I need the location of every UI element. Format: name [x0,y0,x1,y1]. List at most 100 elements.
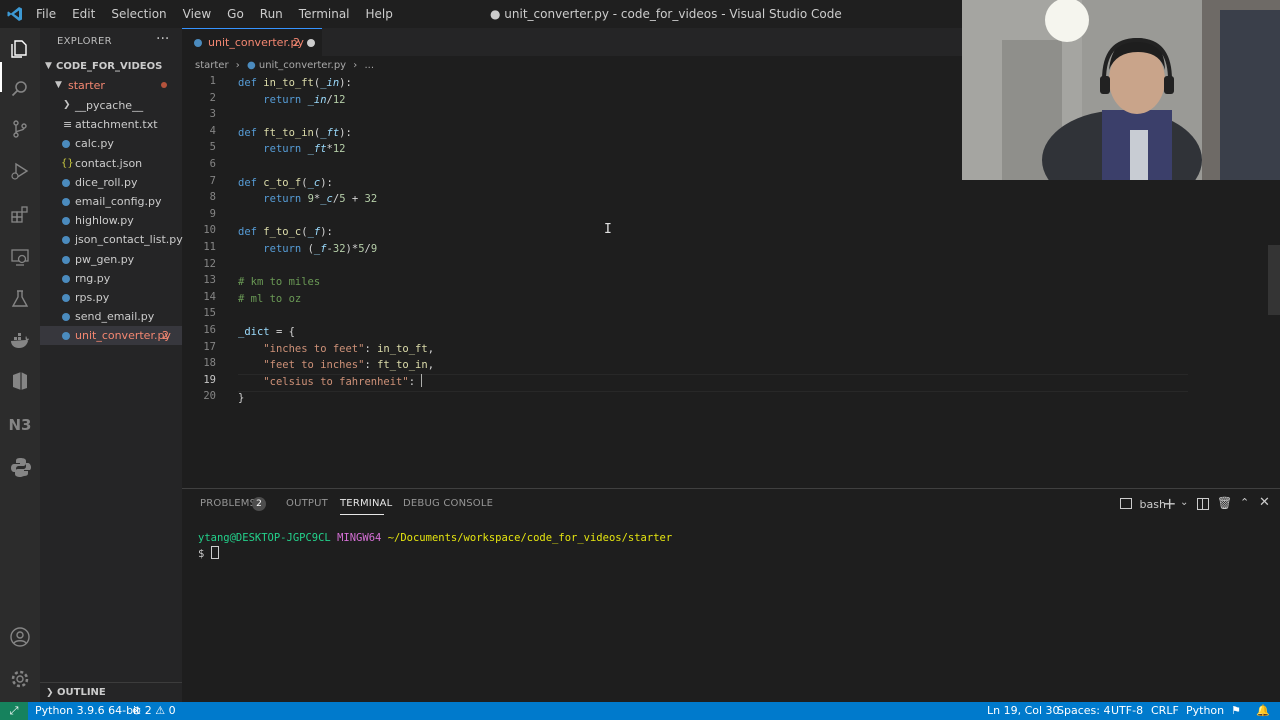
tab-problems[interactable]: PROBLEMS [200,498,256,509]
tree-file-item[interactable]: calc.py [40,134,182,153]
tree-file-item[interactable]: email_config.py [40,192,182,211]
terminal-path: ~/Documents/workspace/code_for_videos/st… [387,532,673,544]
line-endings[interactable]: CRLF [1151,702,1179,720]
run-debug-icon[interactable] [8,160,32,184]
n3-icon[interactable]: N3 [8,413,32,437]
tree-file-item[interactable]: pw_gen.py [40,250,182,269]
code-line[interactable]: "celsius to fahrenheit": [238,373,423,391]
maximize-panel-chevron-up-icon[interactable]: ⌃ [1240,496,1249,509]
code-line[interactable]: "inches to feet": in_to_ft, [238,341,434,358]
tree-file-label: calc.py [75,137,114,151]
code-line[interactable]: "feet to inches": ft_to_in, [238,357,434,374]
explorer-icon[interactable] [8,38,32,62]
tree-file-item[interactable]: send_email.py [40,307,182,326]
feedback-icon[interactable]: ⚑ [1231,702,1241,720]
code-line[interactable]: return _in/12 [238,92,345,109]
chevron-down-icon: ▼ [45,61,52,71]
menu-help[interactable]: Help [358,7,401,21]
tree-file-label: pw_gen.py [75,252,135,266]
code-line[interactable]: def f_to_c(_f): [238,224,333,241]
split-terminal-icon[interactable] [1197,498,1209,510]
tab-output[interactable]: OUTPUT [286,498,328,509]
tree-root[interactable]: ▼ CODE_FOR_VIDEOS [40,57,182,76]
extensions-icon[interactable] [8,203,32,227]
testing-icon[interactable] [8,288,32,312]
accounts-icon[interactable] [8,626,32,650]
tree-folder-label: starter [68,79,105,92]
terminal-input-line[interactable]: $ [198,546,219,560]
tree-file-item[interactable]: unit_converter.py 2 [40,326,182,346]
cursor-position[interactable]: Ln 19, Col 30 [987,702,1060,720]
notifications-bell-icon[interactable]: 🔔 [1256,702,1270,720]
new-terminal-plus-icon[interactable]: + [1163,494,1176,513]
tree-root-label: CODE_FOR_VIDEOS [56,61,163,72]
code-line[interactable]: def c_to_f(_c): [238,175,333,192]
python-icon[interactable] [8,456,32,480]
docker-icon[interactable] [8,330,32,354]
outline-section[interactable]: ❯ OUTLINE [40,682,182,703]
sidebar-header: EXPLORER [57,36,112,47]
tab-unit-converter[interactable]: unit_converter.py 2 [182,28,322,56]
chevron-down-icon[interactable]: ⌄ [1180,497,1188,508]
menu-terminal[interactable]: Terminal [291,7,358,21]
tree-file-item[interactable]: highlow.py [40,211,182,230]
python-file-icon [62,274,70,283]
line-number: 19 [203,373,216,386]
more-actions-icon[interactable]: ··· [156,31,169,47]
code-line[interactable]: return 9*_c/5 + 32 [238,191,377,208]
line-number: 10 [203,224,216,237]
tree-file-item[interactable]: json_contact_list.py [40,230,183,249]
trash-icon[interactable]: 🗑 [1217,496,1232,510]
indentation[interactable]: Spaces: 4 [1057,702,1110,720]
vscode-logo-icon [7,7,22,21]
search-icon[interactable] [8,78,32,102]
remote-explorer-icon[interactable] [8,246,32,270]
menu-selection[interactable]: Selection [103,7,174,21]
close-panel-icon[interactable]: ✕ [1259,495,1270,510]
unsaved-dot-icon[interactable] [307,39,315,47]
menu-edit[interactable]: Edit [64,7,103,21]
terminal-icon [1120,498,1132,509]
tree-file-item[interactable]: ≡ attachment.txt [40,115,182,134]
encoding[interactable]: UTF-8 [1111,702,1143,720]
tree-file-item[interactable]: rng.py [40,269,182,288]
python-file-icon [62,313,70,322]
terminal-prompt-line: ytang@DESKTOP-JGPC9CL MINGW64 ~/Document… [198,532,672,544]
remote-indicator-icon[interactable]: ⤢ [0,702,28,720]
menu-run[interactable]: Run [252,7,291,21]
code-line[interactable]: } [238,390,244,407]
menu-bar: File Edit Selection View Go Run Terminal… [28,0,401,28]
source-control-icon[interactable] [8,118,32,142]
code-line[interactable]: # km to miles [238,274,320,291]
scrollbar-slider[interactable] [1268,245,1280,315]
code-line[interactable]: _dict = { [238,324,295,341]
terminal-shell-selector[interactable]: bash [1120,498,1166,512]
breadcrumb-file[interactable]: unit_converter.py [259,60,346,71]
language-mode[interactable]: Python [1186,702,1224,720]
file-problem-badge: 2 [162,329,169,343]
breadcrumb-rest[interactable]: ... [364,60,374,71]
menu-view[interactable]: View [175,7,219,21]
problems-status[interactable]: ⊗ 2 ⚠ 0 [132,702,176,720]
code-line[interactable]: def in_to_ft(_in): [238,75,352,92]
line-number: 3 [209,108,216,121]
settings-gear-icon[interactable] [8,668,32,692]
line-number: 4 [209,124,216,137]
tree-file-item[interactable]: dice_roll.py [40,173,182,192]
tab-debug-console[interactable]: DEBUG CONSOLE [403,498,493,509]
jupyter-icon[interactable] [8,370,32,394]
breadcrumb-folder[interactable]: starter [195,60,229,71]
code-line[interactable]: return _ft*12 [238,141,345,158]
tree-file-item[interactable]: rps.py [40,288,182,307]
code-line[interactable]: def ft_to_in(_ft): [238,125,352,142]
tab-terminal[interactable]: TERMINAL [340,498,392,509]
code-line[interactable]: # ml to oz [238,291,301,308]
code-line[interactable]: return (_f-32)*5/9 [238,241,377,258]
python-interpreter[interactable]: Python 3.9.6 64-bit [35,702,140,720]
menu-go[interactable]: Go [219,7,252,21]
menu-file[interactable]: File [28,7,64,21]
tree-file-item[interactable]: {} contact.json [40,154,182,173]
tree-folder-starter[interactable]: ▼ starter [40,76,182,95]
line-number: 8 [209,191,216,204]
tree-file-item[interactable]: ❯ __pycache__ [40,96,182,115]
